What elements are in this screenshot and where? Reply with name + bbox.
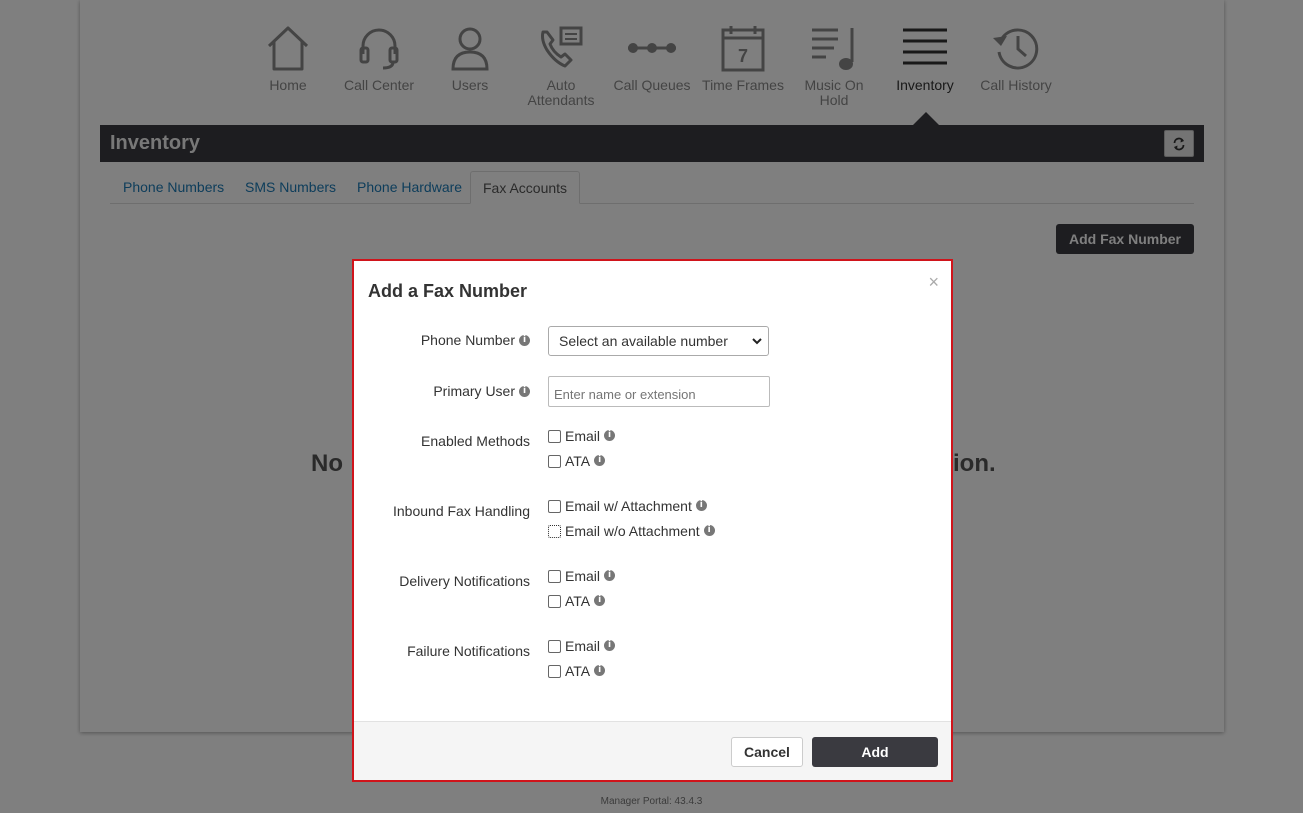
chevron-down-icon bbox=[752, 338, 762, 345]
inbound-without-attachment-option: Email w/o Attachment i bbox=[548, 522, 715, 540]
failure-ata-label: ATA bbox=[565, 663, 591, 679]
info-icon[interactable]: i bbox=[604, 639, 616, 651]
failure-email-checkbox[interactable] bbox=[548, 639, 561, 653]
delivery-ata-checkbox[interactable] bbox=[548, 594, 561, 608]
inbound-without-attachment-checkbox[interactable] bbox=[548, 524, 561, 538]
delivery-notifications-label: Delivery Notifications bbox=[399, 573, 530, 589]
enabled-methods-ata-option: ATA i bbox=[548, 452, 606, 470]
phone-number-label: Phone Number bbox=[420, 332, 515, 348]
inbound-with-attachment-option: Email w/ Attachment i bbox=[548, 497, 707, 515]
delivery-email-label: Email bbox=[565, 568, 601, 584]
dialog-footer: Cancel Add bbox=[354, 721, 951, 780]
add-button[interactable]: Add bbox=[812, 737, 938, 767]
dialog-title: Add a Fax Number bbox=[368, 281, 528, 301]
delivery-email-option: Email i bbox=[548, 567, 616, 585]
enabled-methods-ata-checkbox[interactable] bbox=[548, 454, 561, 468]
add-fax-number-dialog: Add a Fax Number × Phone Number i Select … bbox=[352, 259, 953, 782]
primary-user-label-row: Primary User i bbox=[354, 383, 530, 399]
enabled-methods-email-option: Email i bbox=[548, 427, 616, 445]
inbound-without-attachment-label: Email w/o Attachment bbox=[565, 523, 700, 539]
info-icon[interactable]: i bbox=[519, 334, 530, 346]
primary-user-input[interactable] bbox=[548, 376, 770, 407]
inbound-with-attachment-checkbox[interactable] bbox=[548, 499, 561, 513]
info-icon[interactable]: i bbox=[519, 385, 530, 397]
info-icon[interactable]: i bbox=[703, 524, 715, 536]
info-icon[interactable]: i bbox=[604, 569, 616, 581]
enabled-methods-label: Enabled Methods bbox=[421, 433, 530, 449]
enabled-methods-ata-label: ATA bbox=[565, 453, 591, 469]
delivery-email-checkbox[interactable] bbox=[548, 569, 561, 583]
phone-number-select[interactable]: Select an available number bbox=[548, 326, 769, 356]
info-icon[interactable]: i bbox=[594, 594, 606, 606]
info-icon[interactable]: i bbox=[695, 499, 707, 511]
failure-email-label: Email bbox=[565, 638, 601, 654]
cancel-button[interactable]: Cancel bbox=[731, 737, 803, 767]
primary-user-label: Primary User bbox=[433, 383, 515, 399]
enabled-methods-email-checkbox[interactable] bbox=[548, 429, 561, 443]
phone-number-select-value: Select an available number bbox=[559, 333, 728, 349]
failure-ata-checkbox[interactable] bbox=[548, 664, 561, 678]
info-icon[interactable]: i bbox=[594, 454, 606, 466]
failure-notifications-label: Failure Notifications bbox=[407, 643, 530, 659]
info-icon[interactable]: i bbox=[594, 664, 606, 676]
delivery-ata-label: ATA bbox=[565, 593, 591, 609]
failure-ata-option: ATA i bbox=[548, 662, 606, 680]
close-icon[interactable]: × bbox=[928, 273, 939, 291]
delivery-ata-option: ATA i bbox=[548, 592, 606, 610]
info-icon[interactable]: i bbox=[604, 429, 616, 441]
inbound-with-attachment-label: Email w/ Attachment bbox=[565, 498, 692, 514]
enabled-methods-email-label: Email bbox=[565, 428, 601, 444]
failure-email-option: Email i bbox=[548, 637, 616, 655]
inbound-fax-handling-label: Inbound Fax Handling bbox=[393, 503, 530, 519]
phone-number-label-row: Phone Number i bbox=[354, 332, 530, 348]
